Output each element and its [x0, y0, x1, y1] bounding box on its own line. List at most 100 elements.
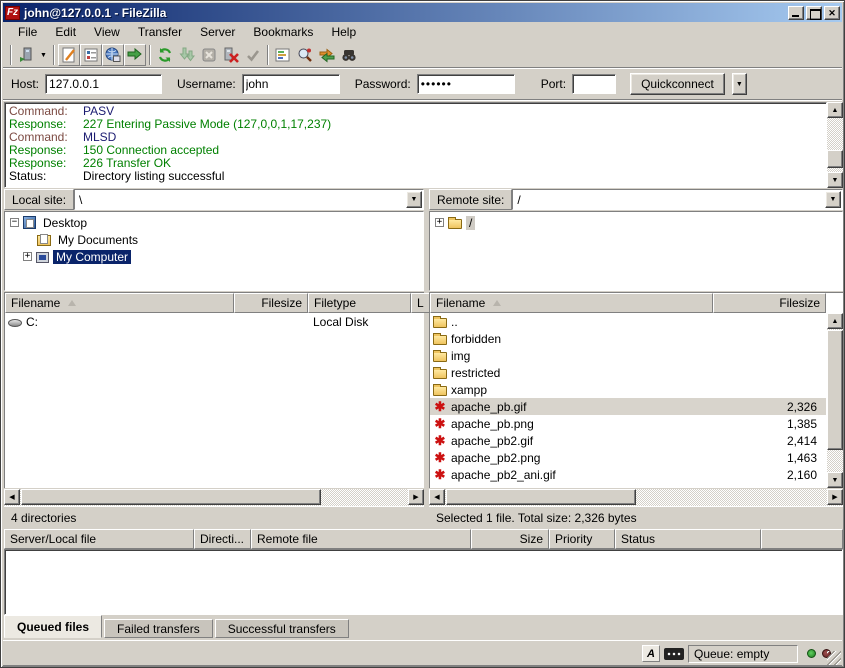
- desktop-icon: [23, 216, 36, 229]
- scroll-up-icon[interactable]: ▲: [827, 102, 843, 118]
- tab-successful-transfers[interactable]: Successful transfers: [215, 619, 349, 638]
- toggle-local-tree-icon[interactable]: [80, 44, 102, 66]
- column-filetype[interactable]: Filetype: [308, 293, 411, 313]
- column-filename[interactable]: Filename: [430, 293, 713, 313]
- remote-file-row[interactable]: forbidden: [430, 330, 826, 347]
- directory-comparison-icon[interactable]: [294, 44, 316, 66]
- column-server-local-file[interactable]: Server/Local file: [4, 529, 194, 549]
- scroll-left-icon[interactable]: ◀: [429, 489, 445, 505]
- remote-tree[interactable]: /: [429, 211, 843, 291]
- menu-help[interactable]: Help: [322, 23, 365, 41]
- scrollbar-thumb[interactable]: [446, 489, 636, 505]
- column-filesize[interactable]: Filesize: [713, 293, 826, 313]
- local-list-header: Filename Filesize Filetype L: [5, 293, 424, 313]
- remote-vscrollbar[interactable]: ▲ ▼: [827, 313, 843, 488]
- port-label: Port:: [541, 77, 566, 91]
- remote-file-row[interactable]: restricted: [430, 364, 826, 381]
- remote-file-row[interactable]: img: [430, 347, 826, 364]
- quickconnect-button[interactable]: Quickconnect: [630, 73, 725, 95]
- tree-item-my-documents[interactable]: My Documents: [5, 231, 423, 248]
- column-status[interactable]: Status: [615, 529, 761, 549]
- tab-queued-files[interactable]: Queued files: [4, 615, 102, 638]
- menu-server[interactable]: Server: [191, 23, 244, 41]
- scrollbar-thumb[interactable]: [21, 489, 321, 505]
- toggle-remote-tree-icon[interactable]: [102, 44, 124, 66]
- scroll-up-icon[interactable]: ▲: [827, 313, 843, 329]
- combo-dropdown-icon[interactable]: ▼: [825, 191, 841, 208]
- disconnect-icon[interactable]: [220, 44, 242, 66]
- reconnect-icon[interactable]: [242, 44, 264, 66]
- local-hscrollbar[interactable]: ◀ ▶: [4, 489, 424, 506]
- column-filesize[interactable]: Filesize: [234, 293, 308, 313]
- menu-transfer[interactable]: Transfer: [129, 23, 191, 41]
- combo-dropdown-icon[interactable]: ▼: [406, 191, 422, 208]
- tab-failed-transfers[interactable]: Failed transfers: [104, 619, 213, 638]
- tree-item-desktop[interactable]: Desktop: [5, 214, 423, 231]
- speedlimit-icon[interactable]: [664, 648, 684, 660]
- tree-item-root[interactable]: /: [430, 214, 842, 231]
- quickconnect-dropdown-icon[interactable]: ▼: [732, 73, 747, 95]
- column-empty[interactable]: [761, 529, 843, 549]
- remote-file-row[interactable]: ..: [430, 313, 826, 330]
- folder-icon: [448, 219, 462, 229]
- scrollbar-thumb[interactable]: [827, 150, 843, 168]
- close-button[interactable]: [824, 6, 840, 20]
- local-site-combobox[interactable]: \ ▼: [74, 189, 424, 210]
- remote-file-row[interactable]: ✱apache_pb2.png1,463: [430, 449, 826, 466]
- scroll-down-icon[interactable]: ▼: [827, 172, 843, 188]
- host-label: Host:: [11, 77, 39, 91]
- filename-filters-icon[interactable]: [272, 44, 294, 66]
- queue-body[interactable]: [4, 549, 843, 615]
- menu-bookmarks[interactable]: Bookmarks: [244, 23, 322, 41]
- cancel-operation-icon[interactable]: [198, 44, 220, 66]
- datatype-ascii-icon[interactable]: A: [642, 645, 660, 662]
- log-scrollbar[interactable]: ▲ ▼: [827, 102, 843, 188]
- menu-view[interactable]: View: [85, 23, 129, 41]
- local-tree[interactable]: Desktop My Documents My Computer: [4, 211, 424, 291]
- local-file-row[interactable]: C: Local Disk: [5, 313, 424, 330]
- sort-ascending-icon: [493, 300, 501, 306]
- remote-site-combobox[interactable]: / ▼: [512, 189, 843, 210]
- minimize-button[interactable]: [788, 6, 804, 20]
- column-direction[interactable]: Directi...: [194, 529, 251, 549]
- host-input[interactable]: [45, 74, 162, 94]
- process-queue-icon[interactable]: [176, 44, 198, 66]
- remote-file-row[interactable]: ✱apache_pb.png1,385: [430, 415, 826, 432]
- site-manager-dropdown-icon[interactable]: ▼: [37, 44, 50, 66]
- titlebar[interactable]: Fz john@127.0.0.1 - FileZilla: [3, 3, 842, 22]
- site-manager-icon[interactable]: [15, 44, 37, 66]
- column-priority[interactable]: Priority: [549, 529, 615, 549]
- tree-item-my-computer[interactable]: My Computer: [5, 248, 423, 265]
- username-input[interactable]: [242, 74, 340, 94]
- remote-file-row[interactable]: xampp: [430, 381, 826, 398]
- toggle-message-log-icon[interactable]: [58, 44, 80, 66]
- scrollbar-thumb[interactable]: [827, 330, 843, 450]
- find-files-icon[interactable]: [338, 44, 360, 66]
- column-remote-file[interactable]: Remote file: [251, 529, 471, 549]
- scroll-left-icon[interactable]: ◀: [4, 489, 20, 505]
- send-activity-light-icon: [807, 649, 816, 658]
- menu-edit[interactable]: Edit: [46, 23, 85, 41]
- expand-icon[interactable]: [23, 252, 32, 261]
- resize-grip[interactable]: [827, 651, 841, 665]
- expand-icon[interactable]: [435, 218, 444, 227]
- toggle-transfer-queue-icon[interactable]: [124, 44, 146, 66]
- remote-file-row-selected[interactable]: ✱apache_pb.gif2,326: [430, 398, 826, 415]
- port-input[interactable]: [572, 74, 616, 94]
- remote-file-row[interactable]: ✱apache_pb2_ani.gif2,160: [430, 466, 826, 483]
- menu-file[interactable]: File: [9, 23, 46, 41]
- password-input[interactable]: [417, 74, 515, 94]
- remote-file-row[interactable]: ✱apache_pb2.gif2,414: [430, 432, 826, 449]
- column-filename[interactable]: Filename: [5, 293, 234, 313]
- scroll-down-icon[interactable]: ▼: [827, 472, 843, 488]
- column-last-modified[interactable]: L: [411, 293, 430, 313]
- scroll-right-icon[interactable]: ▶: [827, 489, 843, 505]
- synchronized-browsing-icon[interactable]: [316, 44, 338, 66]
- maximize-button[interactable]: [806, 6, 822, 20]
- message-log-body[interactable]: Command:PASV Response:227 Entering Passi…: [4, 102, 827, 188]
- collapse-icon[interactable]: [10, 218, 19, 227]
- scroll-right-icon[interactable]: ▶: [408, 489, 424, 505]
- remote-hscrollbar[interactable]: ◀ ▶: [429, 489, 843, 506]
- refresh-icon[interactable]: [154, 44, 176, 66]
- column-size[interactable]: Size: [471, 529, 549, 549]
